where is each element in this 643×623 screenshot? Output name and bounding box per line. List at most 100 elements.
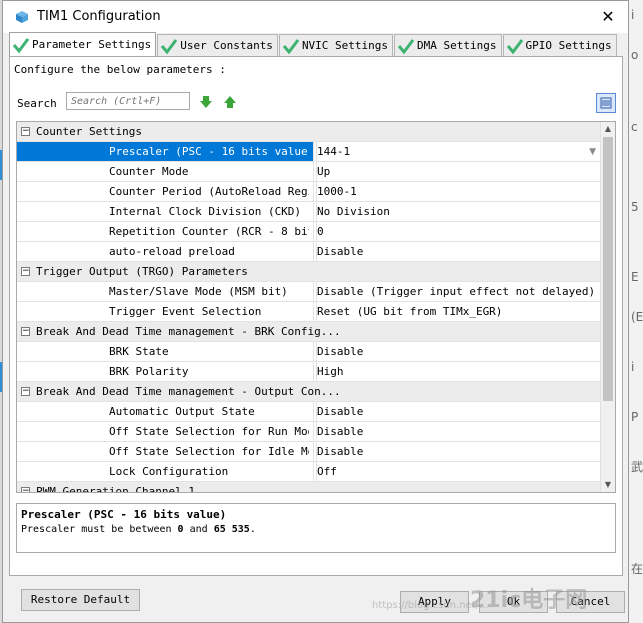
param-row[interactable]: auto-reload preload Disable [17, 242, 602, 262]
tab-nvic-settings[interactable]: NVIC Settings [278, 34, 394, 56]
search-label: Search : [17, 97, 70, 110]
param-row[interactable]: Repetition Counter (RCR - 8 bit... 0 [17, 222, 602, 242]
param-row[interactable]: Counter Period (AutoReload Regi... 1000-… [17, 182, 602, 202]
background-char: (E [631, 310, 643, 324]
param-value[interactable]: Off [316, 462, 337, 482]
restore-default-button[interactable]: Restore Default [21, 589, 140, 611]
background-char: o [631, 48, 639, 62]
category-row-counter-settings[interactable]: − Counter Settings [17, 122, 602, 142]
param-value[interactable]: Disable [316, 422, 363, 442]
tab-content-panel: Configure the below parameters : Search … [9, 56, 623, 576]
collapse-icon[interactable]: − [21, 327, 30, 336]
param-name: Automatic Output State [109, 405, 255, 418]
scroll-thumb[interactable] [603, 137, 613, 401]
param-row[interactable]: Off State Selection for Idle Mo... Disab… [17, 442, 602, 462]
param-value[interactable]: 1000-1 [316, 182, 357, 202]
category-label: Break And Dead Time management - BRK Con… [36, 325, 341, 338]
category-label: PWM Generation Channel 1 [36, 485, 195, 493]
background-char: E [631, 270, 639, 284]
check-icon [12, 37, 30, 53]
tab-gpio-settings[interactable]: GPIO Settings [502, 34, 617, 56]
category-row-trigger-output[interactable]: − Trigger Output (TRGO) Parameters [17, 262, 602, 282]
tab-user-constants[interactable]: User Constants [157, 34, 278, 56]
category-label: Break And Dead Time management - Output … [36, 385, 341, 398]
tab-bar: Parameter Settings User Constants NVIC S… [9, 32, 618, 56]
background-char: 在 [631, 562, 643, 576]
param-row[interactable]: BRK State Disable [17, 342, 602, 362]
background-char: i [631, 360, 635, 374]
param-value[interactable]: High [316, 362, 344, 382]
param-name: Counter Period (AutoReload Regi... [109, 185, 309, 198]
scroll-up-icon[interactable]: ▲ [601, 122, 615, 136]
scroll-down-icon[interactable]: ▼ [601, 478, 615, 492]
max-value: 65 535 [213, 524, 250, 535]
check-icon [161, 38, 178, 54]
category-row-brk-config[interactable]: − Break And Dead Time management - BRK C… [17, 322, 602, 342]
param-value[interactable]: Reset (UG bit from TIMx_EGR) [316, 302, 502, 322]
param-value[interactable]: Disable [316, 402, 363, 422]
search-input[interactable] [66, 92, 190, 110]
collapse-icon[interactable]: − [21, 267, 30, 276]
description-text: Prescaler must be between 0 and 65 535. [21, 524, 256, 535]
watermark-brand: 21ic电子网 [470, 588, 588, 613]
background-right-strip: i o c 5 E (E i P 武 在 [629, 0, 643, 623]
param-value[interactable]: 0 [316, 222, 324, 242]
tab-label: NVIC Settings [301, 39, 389, 52]
param-name: BRK Polarity [109, 365, 189, 378]
collapse-icon[interactable]: − [21, 487, 30, 492]
tab-label: User Constants [180, 39, 273, 52]
description-title: Prescaler (PSC - 16 bits value) [21, 508, 227, 521]
param-value[interactable]: Up [316, 162, 330, 182]
param-name: Off State Selection for Run Mod... [109, 425, 309, 438]
param-name: Off State Selection for Idle Mo... [109, 445, 309, 458]
param-name: Master/Slave Mode (MSM bit) [109, 285, 288, 298]
check-icon [282, 38, 300, 54]
category-row-output-config[interactable]: − Break And Dead Time management - Outpu… [17, 382, 602, 402]
collapse-icon[interactable]: − [21, 127, 30, 136]
param-value[interactable]: Disable [316, 442, 363, 462]
param-row[interactable]: Internal Clock Division (CKD) No Divisio… [17, 202, 602, 222]
vertical-scrollbar[interactable]: ▲ ▼ [600, 122, 615, 492]
tab-label: GPIO Settings [525, 39, 612, 52]
tab-dma-settings[interactable]: DMA Settings [394, 34, 502, 56]
param-row[interactable]: Trigger Event Selection Reset (UG bit fr… [17, 302, 602, 322]
param-row[interactable]: Master/Slave Mode (MSM bit) Disable (Tri… [17, 282, 602, 302]
param-name: BRK State [109, 345, 169, 358]
intro-text: Configure the below parameters : [14, 63, 226, 76]
arrow-up-icon[interactable] [223, 95, 237, 109]
background-char: P [631, 410, 639, 424]
param-row[interactable]: Lock Configuration Off [17, 462, 602, 482]
param-value[interactable]: Disable [316, 242, 363, 262]
dropdown-arrow-icon[interactable]: ▼ [589, 142, 596, 162]
watermark-url: https://blog.csdn.net/... [372, 600, 489, 611]
background-char: 5 [631, 200, 639, 214]
param-row[interactable]: BRK Polarity High [17, 362, 602, 382]
param-name: Lock Configuration [109, 465, 229, 478]
category-label: Trigger Output (TRGO) Parameters [36, 265, 248, 278]
param-row[interactable]: Off State Selection for Run Mod... Disab… [17, 422, 602, 442]
param-value[interactable]: Disable (Trigger input effect not delaye… [316, 282, 595, 302]
tab-label: Parameter Settings [32, 38, 152, 51]
param-value[interactable]: No Division [316, 202, 390, 222]
parameter-grid: − Counter Settings Prescaler (PSC - 16 b… [16, 121, 616, 493]
tim1-config-dialog: TIM1 Configuration ✕ Parameter Settings … [2, 0, 629, 623]
background-char: 武 [631, 460, 643, 474]
param-row[interactable]: Automatic Output State Disable [17, 402, 602, 422]
param-row[interactable]: Counter Mode Up [17, 162, 602, 182]
list-icon [600, 97, 612, 109]
param-row-prescaler[interactable]: Prescaler (PSC - 16 bits value) 144-1 ▼ [17, 142, 602, 162]
title-bar: TIM1 Configuration ✕ [3, 1, 628, 33]
arrow-down-icon[interactable] [199, 95, 213, 109]
collapse-icon[interactable]: − [21, 387, 30, 396]
param-name: Prescaler (PSC - 16 bits value) [109, 145, 309, 158]
tab-parameter-settings[interactable]: Parameter Settings [9, 32, 157, 56]
param-name: auto-reload preload [109, 245, 235, 258]
tab-label: DMA Settings [417, 39, 497, 52]
prescaler-value-field[interactable]: 144-1 [316, 142, 350, 162]
close-button[interactable]: ✕ [598, 7, 618, 27]
category-row-pwm-channel-1[interactable]: − PWM Generation Channel 1 [17, 482, 602, 493]
list-view-toggle-button[interactable] [596, 93, 616, 113]
param-value[interactable]: Disable [316, 342, 363, 362]
category-label: Counter Settings [36, 125, 142, 138]
check-icon [506, 38, 523, 54]
